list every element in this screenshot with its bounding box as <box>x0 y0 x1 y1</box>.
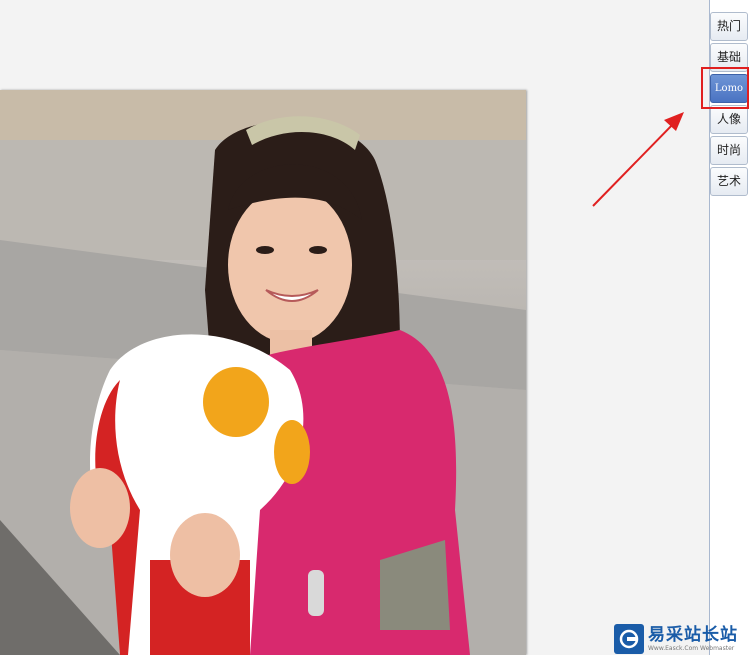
tab-fashion[interactable]: 时尚 <box>710 136 748 165</box>
tab-portrait[interactable]: 人像 <box>710 105 748 134</box>
watermark: 易采站长站 Www.Easck.Com Webmaster <box>614 622 749 655</box>
watermark-subtitle: Www.Easck.Com Webmaster <box>648 644 735 652</box>
site-logo-icon <box>614 623 644 654</box>
highlight-box <box>701 67 749 109</box>
edited-photo <box>0 90 526 655</box>
tab-art[interactable]: 艺术 <box>710 167 748 196</box>
watermark-title: 易采站长站 <box>648 624 738 645</box>
tab-hot[interactable]: 热门 <box>710 12 748 41</box>
